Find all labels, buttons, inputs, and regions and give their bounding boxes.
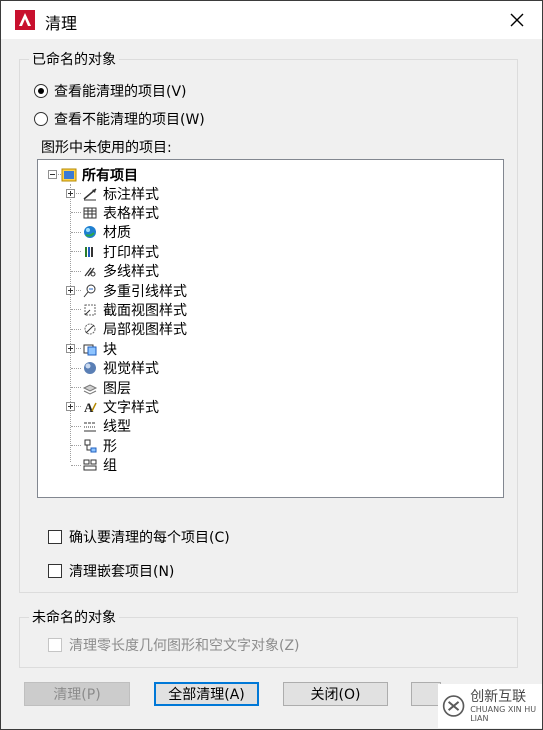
radio-view-purgeable-label: 查看能清理的项目(V) bbox=[54, 84, 187, 100]
close-icon[interactable] bbox=[506, 9, 528, 31]
purge-all-button[interactable]: 全部清理(A) bbox=[154, 682, 259, 706]
radio-view-purgeable[interactable]: 查看能清理的项目(V) bbox=[34, 81, 187, 101]
checkbox-box[interactable] bbox=[48, 530, 62, 544]
tree-item-label: 组 bbox=[103, 458, 117, 475]
named-objects-legend: 已命名的对象 bbox=[29, 49, 119, 69]
detail-view-style-icon bbox=[84, 323, 96, 335]
tree-item-label: 多线样式 bbox=[103, 264, 159, 281]
tree-item-label: 块 bbox=[103, 341, 117, 358]
text-style-icon: A bbox=[84, 400, 97, 415]
tree-label: 图形中未使用的项目: bbox=[41, 140, 172, 156]
tree-item-label: 形 bbox=[103, 438, 117, 455]
purge-nested-checkbox[interactable]: 清理嵌套项目(N) bbox=[48, 561, 174, 581]
tree-item[interactable]: 材质 bbox=[82, 223, 131, 242]
tree-item-label: 标注样式 bbox=[103, 186, 159, 203]
tree-item-label: 表格样式 bbox=[103, 205, 159, 222]
tree-item-label: 打印样式 bbox=[103, 244, 159, 261]
block-icon bbox=[83, 344, 97, 356]
expand-toggle[interactable] bbox=[66, 402, 75, 412]
expand-toggle[interactable] bbox=[66, 189, 75, 198]
tree-item[interactable]: 标注样式 bbox=[82, 184, 159, 203]
tree-root[interactable]: 所有项目 bbox=[48, 165, 138, 184]
svg-text:A: A bbox=[84, 400, 94, 415]
radio-selected-indicator[interactable] bbox=[34, 84, 48, 98]
autocad-logo-icon bbox=[15, 10, 35, 30]
dimension-style-icon bbox=[83, 187, 97, 200]
checkbox-box[interactable] bbox=[48, 638, 62, 652]
tree-item[interactable]: 截面视图样式 bbox=[82, 300, 187, 319]
tree-item[interactable]: 局部视图样式 bbox=[82, 320, 187, 339]
multileader-style-icon bbox=[83, 284, 96, 297]
tree-item[interactable]: 块 bbox=[82, 339, 117, 358]
confirm-each-checkbox[interactable]: 确认要清理的每个项目(C) bbox=[48, 527, 230, 547]
visual-style-icon bbox=[84, 362, 96, 375]
tree-item[interactable]: 图层 bbox=[82, 378, 131, 397]
purge-button[interactable]: 清理(P) bbox=[24, 682, 130, 706]
radio-view-unpurgeable[interactable]: 查看不能清理的项目(W) bbox=[34, 109, 205, 129]
all-items-icon bbox=[61, 168, 77, 181]
checkbox-box[interactable] bbox=[48, 564, 62, 578]
purge-nested-label: 清理嵌套项目(N) bbox=[69, 564, 175, 580]
collapse-toggle[interactable] bbox=[48, 170, 57, 179]
dialog-title: 清理 bbox=[45, 14, 78, 33]
purge-zero-length-label: 清理零长度几何图形和空文字对象(Z) bbox=[69, 638, 300, 654]
tree-item[interactable]: 多重引线样式 bbox=[82, 281, 187, 300]
tree-item[interactable]: 形 bbox=[82, 436, 117, 455]
radio-unselected-indicator[interactable] bbox=[34, 112, 48, 126]
tree-item-label: 视觉样式 bbox=[103, 361, 159, 378]
layer-icon bbox=[82, 383, 98, 395]
tree-item-label: 图层 bbox=[103, 380, 131, 397]
unnamed-objects-legend: 未命名的对象 bbox=[29, 607, 119, 627]
multiline-style-icon bbox=[84, 267, 96, 277]
help-button[interactable] bbox=[411, 682, 441, 706]
radio-view-unpurgeable-label: 查看不能清理的项目(W) bbox=[54, 112, 205, 128]
tree-item-label: 截面视图样式 bbox=[103, 302, 187, 319]
close-button[interactable]: 关闭(O) bbox=[283, 682, 388, 706]
tree-item[interactable]: 视觉样式 bbox=[82, 359, 159, 378]
tree-item[interactable]: 多线样式 bbox=[82, 262, 159, 281]
group-icon bbox=[83, 459, 97, 471]
tree-item-label: 材质 bbox=[103, 225, 131, 242]
expand-toggle[interactable] bbox=[66, 286, 75, 295]
purge-zero-length-checkbox[interactable]: 清理零长度几何图形和空文字对象(Z) bbox=[48, 635, 300, 655]
tree-item[interactable]: 组 bbox=[82, 456, 117, 475]
tree-root-label: 所有项目 bbox=[82, 167, 138, 184]
shape-icon bbox=[84, 439, 97, 453]
watermark-logo: 创新互联 CHUANG XIN HU LIAN bbox=[438, 684, 542, 728]
section-view-style-icon bbox=[84, 304, 96, 316]
watermark-text: 创新互联 bbox=[470, 688, 527, 705]
purge-dialog: 清理 已命名的对象 查看能清理的项目(V) 查看不能清理的项目(W) 图形中未使… bbox=[0, 0, 543, 730]
material-icon bbox=[84, 226, 96, 239]
tree-item[interactable]: A 文字样式 bbox=[82, 397, 159, 416]
tree-item-label: 多重引线样式 bbox=[103, 283, 187, 300]
confirm-each-label: 确认要清理的每个项目(C) bbox=[69, 530, 230, 546]
tree-item[interactable]: 表格样式 bbox=[82, 203, 159, 222]
watermark-x-icon bbox=[442, 695, 465, 717]
table-style-icon bbox=[83, 207, 97, 219]
expand-toggle[interactable] bbox=[66, 344, 75, 354]
plot-style-icon bbox=[85, 246, 93, 257]
tree-item[interactable]: 打印样式 bbox=[82, 242, 159, 261]
unused-items-tree[interactable]: 标注样式表格样式材质打印样式多线样式多重引线样式 截面视图样式 局部视图样式块视觉样… bbox=[37, 159, 504, 498]
title-bar: 清理 bbox=[1, 1, 542, 39]
linetype-icon bbox=[84, 422, 96, 432]
tree-item-label: 局部视图样式 bbox=[103, 322, 187, 339]
tree-item-label: 线型 bbox=[103, 419, 131, 436]
tree-item[interactable]: 线型 bbox=[82, 417, 131, 436]
tree-item-label: 文字样式 bbox=[103, 399, 159, 416]
watermark-subtext: CHUANG XIN HU LIAN bbox=[470, 704, 537, 723]
